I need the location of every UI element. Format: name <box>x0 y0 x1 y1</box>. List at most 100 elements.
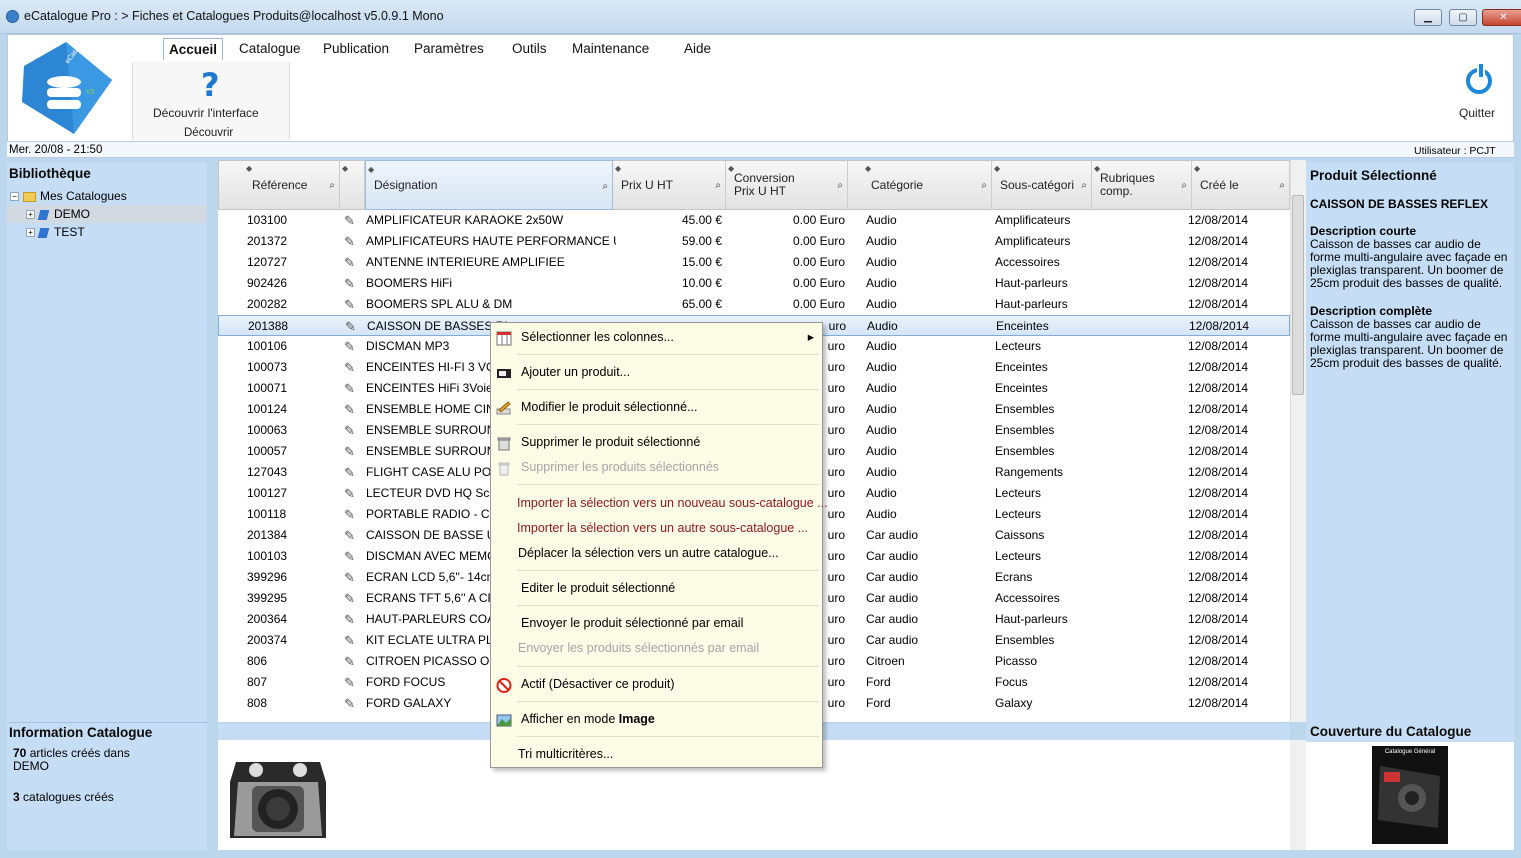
menu-item[interactable]: Tri multicritères... <box>491 742 822 767</box>
table-row[interactable]: 201372 ✎ AMPLIFICATEURS HAUTE PERFORMANCE … <box>218 231 1290 252</box>
table-row[interactable]: 902426 ✎ BOOMERS HiFi 10.00 € 0.00 Euro Audio… <box>218 273 1290 294</box>
attachment-icon[interactable]: ✎ <box>344 462 364 483</box>
table-row[interactable]: 103100 ✎ AMPLIFICATEUR KARAOKE 2x50W 45.00 … <box>218 210 1290 231</box>
tree-item-test[interactable]: + TEST <box>26 223 85 241</box>
sort-icon[interactable]: ◆ <box>1094 162 1100 175</box>
menu-item[interactable]: Editer le produit sélectionné <box>491 576 822 601</box>
cell-conversion: 0.00 Euro <box>792 297 845 311</box>
scrollbar-thumb[interactable] <box>1292 195 1304 395</box>
tab-accueil[interactable]: Accueil <box>163 38 224 60</box>
attachment-icon[interactable]: ✎ <box>344 546 364 567</box>
attachment-icon[interactable]: ✎ <box>344 336 364 357</box>
col-reference[interactable]: ◆ Référence ⌕ <box>244 160 340 210</box>
sort-icon[interactable]: ◆ <box>994 162 1000 175</box>
expand-icon[interactable]: + <box>26 210 35 220</box>
maximize-button[interactable]: ▢ <box>1449 9 1477 26</box>
tab-maintenance[interactable]: Maintenance <box>567 38 654 60</box>
menu-item[interactable]: Envoyer les produits sélectionnés par em… <box>491 636 822 661</box>
tab-publication[interactable]: Publication <box>318 38 394 60</box>
attachment-icon[interactable]: ✎ <box>344 441 364 462</box>
col-price[interactable]: ◆ Prix U HT ⌕ <box>613 160 726 210</box>
col-designation[interactable]: ◆ Désignation ⌕ <box>365 160 613 210</box>
filter-icon[interactable]: ⌕ <box>1081 179 1087 192</box>
power-icon[interactable] <box>1466 64 1492 94</box>
col-attachment[interactable]: ◆ <box>340 160 365 210</box>
filter-icon[interactable]: ⌕ <box>715 179 721 192</box>
sort-icon[interactable]: ◆ <box>368 163 374 176</box>
product-thumbnail[interactable] <box>228 752 328 848</box>
menu-item[interactable]: Déplacer la sélection vers un autre cata… <box>491 541 822 566</box>
attachment-icon[interactable]: ✎ <box>344 252 364 273</box>
attachment-icon[interactable]: ✎ <box>344 294 364 315</box>
tab-aide[interactable]: Aide <box>679 38 716 60</box>
attachment-icon[interactable]: ✎ <box>344 399 364 420</box>
close-button[interactable]: ✕ <box>1482 9 1521 26</box>
menu-separator <box>517 389 819 390</box>
sort-icon[interactable]: ◆ <box>865 162 871 175</box>
attachment-icon[interactable]: ✎ <box>344 210 364 231</box>
col-rubriques[interactable]: ◆ Rubriques comp. ⌕ <box>1092 160 1192 210</box>
tab-parametres[interactable]: Paramètres <box>409 38 489 60</box>
attachment-icon[interactable]: ✎ <box>344 630 364 651</box>
selected-product-title: Produit Sélectionné <box>1310 168 1437 183</box>
filter-icon[interactable]: ⌕ <box>329 179 335 192</box>
expand-icon[interactable]: + <box>26 228 35 238</box>
menu-item-label: Importer la sélection vers un autre sous… <box>517 521 809 535</box>
menu-item[interactable]: Envoyer le produit sélectionné par email <box>491 611 822 636</box>
sort-icon[interactable]: ◆ <box>615 162 621 175</box>
help-icon[interactable]: ? <box>201 66 220 104</box>
menu-item[interactable]: Sélectionner les colonnes... ▸ <box>491 325 822 350</box>
attachment-icon[interactable]: ✎ <box>345 316 365 337</box>
tab-catalogue[interactable]: Catalogue <box>234 38 306 60</box>
menu-item[interactable]: Importer la sélection vers un nouveau so… <box>491 491 828 516</box>
menu-item[interactable]: Ajouter un produit... <box>491 360 822 385</box>
attachment-icon[interactable]: ✎ <box>344 483 364 504</box>
filter-icon[interactable]: ⌕ <box>981 179 987 192</box>
filter-icon[interactable]: ⌕ <box>837 179 843 192</box>
menu-item[interactable]: Modifier le produit sélectionné... <box>491 395 822 420</box>
attachment-icon[interactable]: ✎ <box>344 420 364 441</box>
sort-icon[interactable]: ◆ <box>246 162 252 175</box>
table-row[interactable]: 200282 ✎ BOOMERS SPL ALU & DM 65.00 € 0.00 E… <box>218 294 1290 315</box>
attachment-icon[interactable]: ✎ <box>344 378 364 399</box>
filter-icon[interactable]: ⌕ <box>1279 179 1285 192</box>
collapse-icon[interactable]: − <box>10 192 19 202</box>
menu-item[interactable]: Actif (Désactiver ce produit) <box>491 672 822 697</box>
menu-item[interactable]: Afficher en mode Image <box>491 707 822 732</box>
tab-outils[interactable]: Outils <box>507 38 552 60</box>
column-label: Conversion Prix U HT <box>734 171 795 198</box>
menu-item[interactable]: Importer la sélection vers un autre sous… <box>491 516 822 541</box>
minimize-button[interactable]: ▁ <box>1414 9 1442 26</box>
tree-item-demo[interactable]: + DEMO <box>7 205 207 223</box>
app-icon[interactable] <box>6 10 19 23</box>
attachment-icon[interactable]: ✎ <box>344 273 364 294</box>
attachment-icon[interactable]: ✎ <box>344 693 364 714</box>
attachment-icon[interactable]: ✎ <box>344 672 364 693</box>
attachment-icon[interactable]: ✎ <box>344 231 364 252</box>
col-category[interactable]: ◆ Catégorie ⌕ <box>863 160 992 210</box>
table-row[interactable]: 120727 ✎ ANTENNE INTERIEURE AMPLIFIEE 15.00… <box>218 252 1290 273</box>
sort-icon[interactable]: ◆ <box>342 162 348 175</box>
attachment-icon[interactable]: ✎ <box>344 609 364 630</box>
tree-root[interactable]: − Mes Catalogues <box>10 187 127 205</box>
col-created[interactable]: ◆ Créé le ⌕ <box>1192 160 1290 210</box>
quit-button[interactable]: Quitter <box>1459 106 1495 120</box>
attachment-icon[interactable]: ✎ <box>344 567 364 588</box>
attachment-icon[interactable]: ✎ <box>344 651 364 672</box>
filter-icon[interactable]: ⌕ <box>1181 179 1187 192</box>
attachment-icon[interactable]: ✎ <box>344 504 364 525</box>
image-scrollbar[interactable] <box>1290 740 1306 850</box>
filter-icon[interactable]: ⌕ <box>602 180 608 193</box>
attachment-icon[interactable]: ✎ <box>344 588 364 609</box>
discover-interface-button[interactable]: Découvrir l'interface <box>153 106 259 120</box>
col-conversion[interactable]: ◆ Conversion Prix U HT ⌕ <box>726 160 848 210</box>
sort-icon[interactable]: ◆ <box>1194 162 1200 175</box>
attachment-icon[interactable]: ✎ <box>344 357 364 378</box>
col-subcategory[interactable]: ◆ Sous-catégori ⌕ <box>992 160 1092 210</box>
menu-item[interactable]: Supprimer le produit sélectionné <box>491 430 822 455</box>
cell-category: Audio <box>866 507 897 521</box>
catalog-cover-image[interactable]: Catalogue Général <box>1372 746 1448 844</box>
attachment-icon[interactable]: ✎ <box>344 525 364 546</box>
sort-icon[interactable]: ◆ <box>728 162 734 175</box>
menu-item[interactable]: Supprimer les produits sélectionnés <box>491 455 822 480</box>
